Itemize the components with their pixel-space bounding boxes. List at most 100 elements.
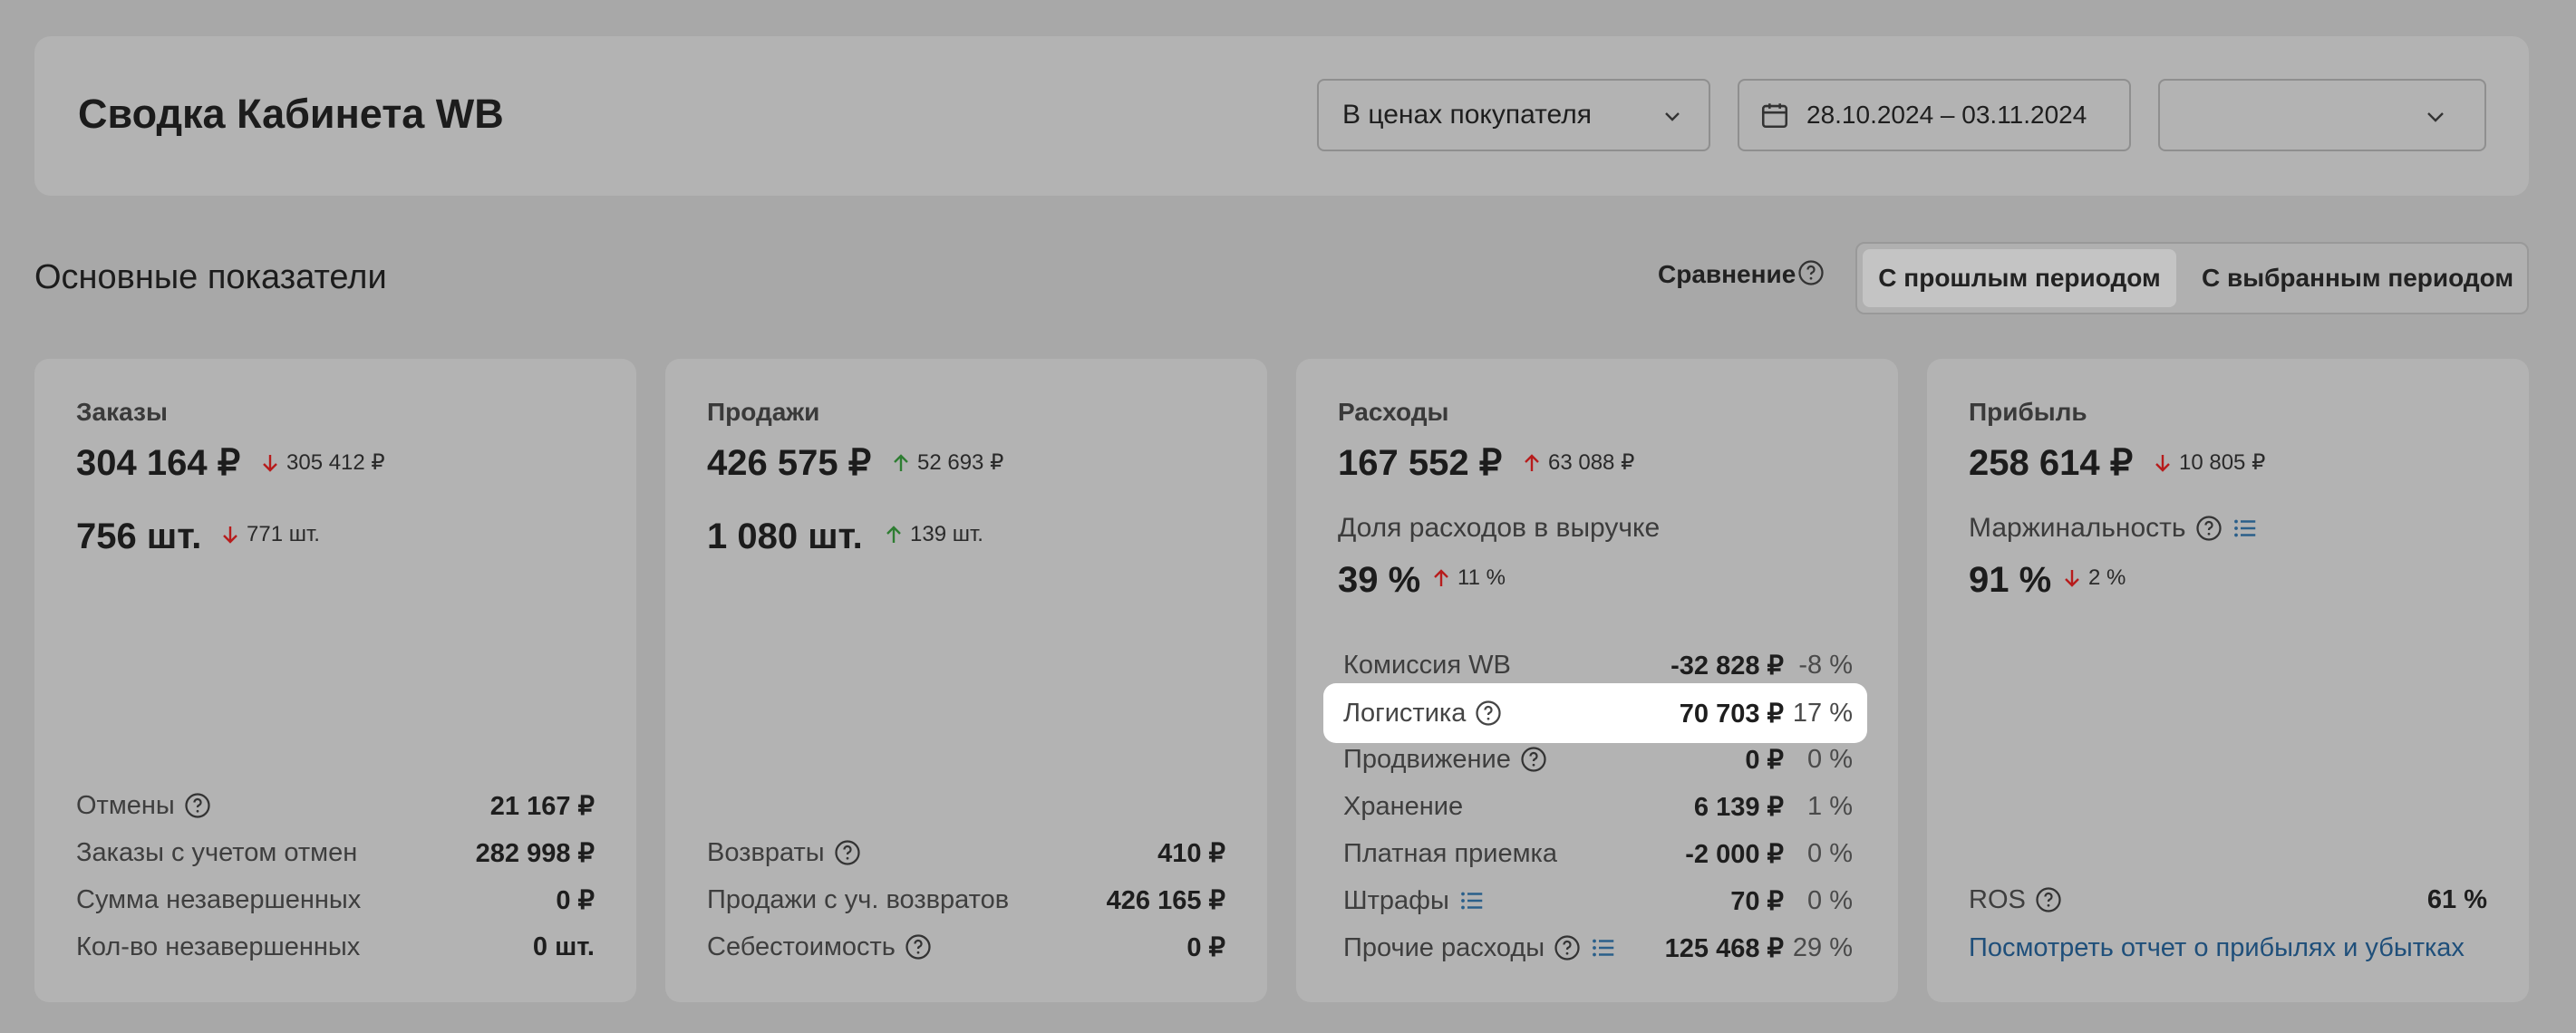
metric-label: Сумма незавершенных	[76, 884, 362, 914]
list-icon[interactable]	[2232, 515, 2259, 542]
metric-label: Возвраты	[707, 837, 825, 867]
card-title: Продажи	[707, 398, 820, 426]
help-icon[interactable]	[1475, 700, 1502, 727]
cost-percent: -8 %	[1798, 650, 1853, 680]
metric-label: Заказы с учетом отмен	[76, 837, 358, 867]
list-icon[interactable]	[1458, 887, 1486, 914]
cost-label: Комиссия WB	[1343, 650, 1511, 680]
sales-card: Продажи 426 575 ₽ 52 693 ₽ 1 080 шт. 139…	[665, 359, 1267, 1002]
help-icon[interactable]	[184, 792, 211, 819]
delta-value: 771 шт.	[247, 522, 320, 546]
price-mode-select[interactable]: В ценах покупателя	[1317, 79, 1710, 151]
cost-label: Продвижение	[1343, 744, 1511, 774]
margin-label-row: Маржинальность	[1969, 513, 2259, 544]
date-range-value: 28.10.2024 – 03.11.2024	[1806, 101, 2087, 129]
page-title: Сводка Кабинета WB	[78, 91, 504, 137]
arrow-up-icon	[894, 453, 908, 471]
metric-label: Себестоимость	[707, 932, 896, 961]
metric-value: 0 шт.	[532, 932, 595, 961]
cost-percent: 0 %	[1807, 885, 1853, 915]
cost-row: Прочие расходы 125 468 ₽ 29 %	[1343, 930, 1853, 966]
cost-value: 70 ₽	[1730, 886, 1784, 916]
arrow-up-icon	[886, 526, 901, 543]
help-icon[interactable]	[834, 839, 861, 866]
help-icon[interactable]	[2195, 515, 2223, 542]
sales-count-delta: 139 шт.	[885, 522, 983, 547]
orders-count-delta: 771 шт.	[221, 522, 320, 547]
orders-count: 756 шт.	[76, 516, 202, 556]
arrow-down-icon	[263, 454, 277, 472]
price-mode-value: В ценах покупателя	[1342, 100, 1592, 130]
delta-value: 63 088 ₽	[1548, 450, 1635, 475]
help-icon[interactable]	[1520, 746, 1547, 773]
extra-select[interactable]	[2158, 79, 2486, 151]
delta-value: 2 %	[2088, 565, 2126, 590]
compare-toggle: С прошлым периодом С выбранным периодом	[1855, 242, 2529, 314]
arrow-down-icon	[223, 526, 237, 544]
help-icon[interactable]	[1797, 259, 1825, 286]
cost-percent: 0 %	[1807, 744, 1853, 774]
metric-row: Кол-во незавершенных 0 шт.	[76, 929, 595, 965]
help-icon[interactable]	[1554, 934, 1581, 961]
margin-label: Маржинальность	[1969, 513, 2186, 543]
arrow-down-icon	[2155, 454, 2170, 472]
compare-selected-period-button[interactable]: С выбранным периодом	[2202, 249, 2513, 307]
metric-value: 21 167 ₽	[489, 791, 595, 821]
orders-card: Заказы 304 164 ₽ 305 412 ₽ 756 шт. 771 ш…	[34, 359, 636, 1002]
cost-value: 125 468 ₽	[1664, 933, 1784, 963]
cost-row: Продвижение 0 ₽ 0 %	[1343, 741, 1853, 777]
sales-amount: 426 575 ₽	[707, 443, 872, 483]
chevron-down-icon	[2427, 112, 2444, 122]
metric-row: Сумма незавершенных 0 ₽	[76, 882, 595, 918]
cost-label: Логистика	[1343, 698, 1467, 728]
metric-label: ROS	[1969, 884, 2026, 914]
card-title: Расходы	[1338, 398, 1449, 426]
profit-report-link[interactable]: Посмотреть отчет о прибылях и убытках	[1969, 933, 2465, 963]
cost-row: Комиссия WB -32 828 ₽ -8 %	[1343, 647, 1853, 683]
margin-value: 91 %	[1969, 560, 2052, 600]
delta-value: 52 693 ₽	[917, 450, 1004, 475]
cost-value: 70 703 ₽	[1679, 699, 1784, 729]
logistics-highlight: Логистика 70 703 ₽ 17 %	[1323, 683, 1867, 743]
metric-row: Продажи с уч. возвратов 426 165 ₽	[707, 882, 1225, 918]
metric-row: Себестоимость 0 ₽	[707, 929, 1225, 965]
metric-value: 282 998 ₽	[475, 838, 595, 868]
costs-share-delta: 11 %	[1432, 565, 1506, 591]
metric-value: 410 ₽	[1157, 838, 1225, 868]
metric-value: 0 ₽	[556, 885, 595, 915]
cost-percent: 0 %	[1807, 838, 1853, 868]
date-range-picker[interactable]: 28.10.2024 – 03.11.2024	[1738, 79, 2131, 151]
costs-amount: 167 552 ₽	[1338, 443, 1503, 483]
list-icon[interactable]	[1590, 934, 1617, 961]
compare-previous-period-button[interactable]: С прошлым периодом	[1863, 249, 2176, 307]
metric-label: Продажи с уч. возвратов	[707, 884, 1010, 914]
metric-value: 61 %	[2426, 884, 2487, 914]
cost-value: -32 828 ₽	[1671, 651, 1784, 681]
help-icon[interactable]	[2035, 886, 2062, 913]
metric-label: Отмены	[76, 790, 175, 820]
calendar-icon	[1761, 103, 1788, 129]
cost-row-logistics[interactable]: Логистика 70 703 ₽ 17 %	[1343, 695, 1853, 731]
sales-amount-delta: 52 693 ₽	[892, 449, 1003, 476]
card-title: Прибыль	[1969, 398, 2087, 426]
margin-delta: 2 %	[2063, 565, 2126, 591]
cost-row: Штрафы 70 ₽ 0 %	[1343, 883, 1853, 919]
delta-value: 10 805 ₽	[2179, 450, 2266, 475]
cost-label: Штрафы	[1343, 885, 1449, 915]
cost-percent: 1 %	[1807, 791, 1853, 821]
costs-card: Расходы 167 552 ₽ 63 088 ₽ Доля расходов…	[1296, 359, 1898, 1002]
costs-share: 39 %	[1338, 560, 1421, 600]
metric-row: Отмены 21 167 ₽	[76, 787, 595, 824]
metric-row: ROS 61 %	[1969, 882, 2487, 918]
help-icon[interactable]	[905, 933, 932, 961]
metric-label: Кол-во незавершенных	[76, 932, 361, 961]
chevron-down-icon	[1665, 112, 1680, 121]
arrow-down-icon	[2065, 570, 2079, 587]
section-title: Основные показатели	[34, 258, 387, 296]
profit-amount: 258 614 ₽	[1969, 443, 2134, 483]
metric-value: 0 ₽	[1186, 932, 1225, 962]
compare-label: Сравнение	[1658, 260, 1796, 288]
cost-value: 0 ₽	[1745, 745, 1784, 775]
delta-value: 11 %	[1457, 565, 1506, 590]
metric-row: Возвраты 410 ₽	[707, 835, 1225, 871]
